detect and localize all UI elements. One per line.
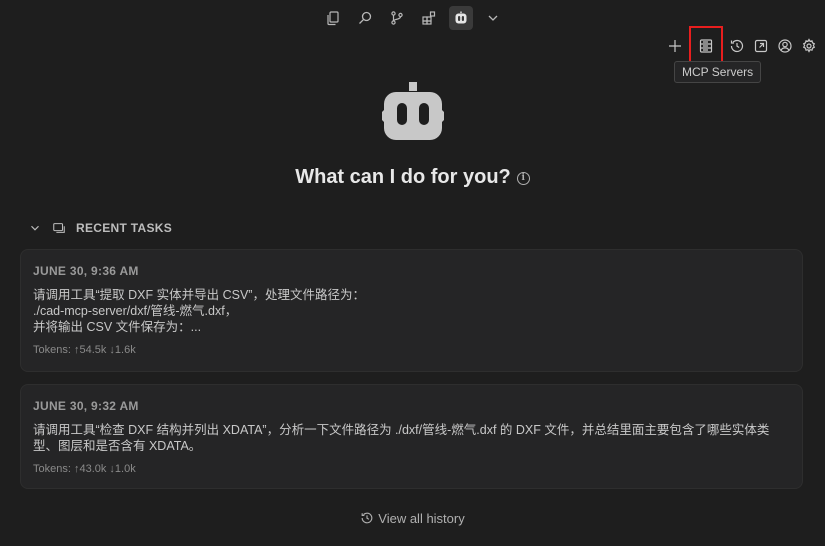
- view-all-history-link[interactable]: View all history: [0, 511, 825, 526]
- account-icon[interactable]: [775, 34, 795, 58]
- task-tokens: Tokens: ↑54.5k ↓1.6k: [33, 344, 136, 356]
- mcp-servers-tooltip: MCP Servers: [674, 61, 762, 83]
- view-all-history-label: View all history: [378, 511, 465, 526]
- source-control-icon[interactable]: [385, 6, 409, 30]
- recent-tasks-header[interactable]: RECENT TASKS: [28, 221, 172, 235]
- chevron-down-icon[interactable]: [481, 6, 505, 30]
- task-date: JUNE 30, 9:32 AM: [33, 399, 139, 413]
- hero-heading: What can I do for you? i: [0, 166, 825, 189]
- activity-bar: [0, 6, 825, 30]
- history-icon[interactable]: [727, 34, 747, 58]
- robot-icon[interactable]: [448, 6, 473, 30]
- copy-icon[interactable]: [321, 6, 345, 30]
- task-date: JUNE 30, 9:36 AM: [33, 264, 139, 278]
- mcp-servers-icon[interactable]: [689, 26, 723, 66]
- task-text: 请调用工具“检查 DXF 结构并列出 XDATA”，分析一下文件路径为 ./dx…: [33, 423, 770, 453]
- panel-toolbar: [665, 26, 819, 66]
- info-icon[interactable]: i: [516, 172, 530, 185]
- tasks-icon: [53, 223, 65, 233]
- extensions-icon[interactable]: [417, 6, 441, 30]
- task-card[interactable]: JUNE 30, 9:36 AM 请调用工具“提取 DXF 实体并导出 CSV”…: [20, 249, 803, 372]
- recent-tasks-label: RECENT TASKS: [76, 221, 173, 235]
- history-icon: [361, 512, 373, 524]
- popout-icon[interactable]: [751, 34, 771, 58]
- hero-title-text: What can I do for you?: [295, 166, 511, 188]
- plus-icon[interactable]: [665, 34, 685, 58]
- task-tokens: Tokens: ↑43.0k ↓1.0k: [33, 463, 136, 475]
- search-icon[interactable]: [353, 6, 377, 30]
- task-text: 请调用工具“提取 DXF 实体并导出 CSV”，处理文件路径为： ./cad-m…: [33, 288, 365, 334]
- settings-icon[interactable]: [799, 34, 819, 58]
- task-card[interactable]: JUNE 30, 9:32 AM 请调用工具“检查 DXF 结构并列出 XDAT…: [20, 384, 803, 489]
- robot-logo-icon: [382, 80, 444, 142]
- chevron-down-icon[interactable]: [28, 221, 42, 235]
